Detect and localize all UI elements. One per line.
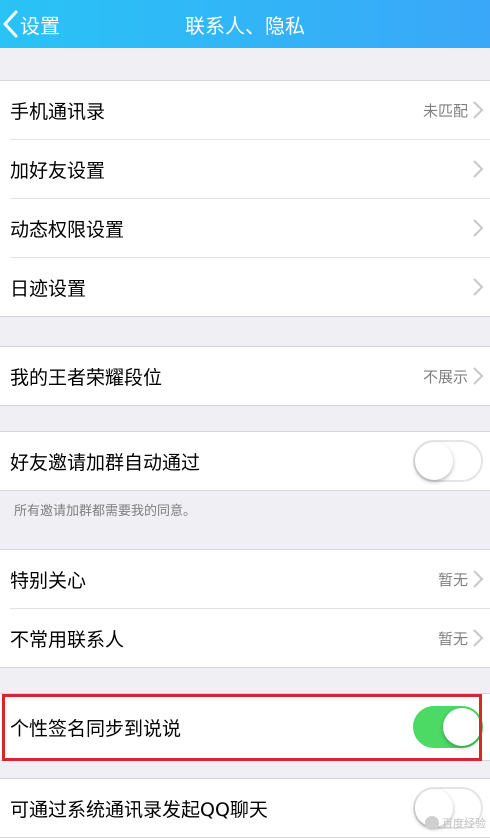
watermark-logo-icon bbox=[425, 816, 439, 830]
chevron-right-icon bbox=[472, 159, 484, 179]
group-invite-note: 所有邀请加群都需要我的同意。 bbox=[14, 500, 196, 519]
row-honor-of-kings-rank[interactable]: 我的王者荣耀段位 不展示 bbox=[0, 347, 490, 405]
row-label: 个性签名同步到说说 bbox=[10, 714, 181, 741]
nav-bar: 设置 联系人、隐私 bbox=[0, 0, 490, 48]
row-add-friend-settings[interactable]: 加好友设置 bbox=[10, 139, 490, 198]
signature-sync-toggle[interactable] bbox=[413, 706, 483, 748]
row-feed-permission-settings[interactable]: 动态权限设置 bbox=[10, 198, 490, 257]
group-game-rank: 我的王者荣耀段位 不展示 bbox=[0, 346, 490, 406]
back-label: 设置 bbox=[20, 10, 60, 39]
row-label: 特别关心 bbox=[10, 566, 86, 593]
chevron-right-icon bbox=[472, 569, 484, 589]
row-label: 日迹设置 bbox=[10, 274, 86, 301]
group-contacts: 手机通讯录 未匹配 加好友设置 动态权限设置 日迹设置 bbox=[0, 80, 490, 317]
row-label: 不常用联系人 bbox=[10, 625, 124, 652]
chevron-right-icon bbox=[472, 277, 484, 297]
row-signature-sync: 个性签名同步到说说 bbox=[0, 694, 490, 760]
chevron-right-icon bbox=[472, 366, 484, 386]
back-button[interactable]: 设置 bbox=[0, 0, 90, 48]
group-special-care: 特别关心 暂无 不常用联系人 暂无 bbox=[0, 549, 490, 668]
group-system-contacts-chat: 可通过系统通讯录发起QQ聊天 bbox=[0, 778, 490, 838]
row-label: 可通过系统通讯录发起QQ聊天 bbox=[10, 795, 268, 822]
row-phone-contacts[interactable]: 手机通讯录 未匹配 bbox=[0, 81, 490, 139]
row-label: 动态权限设置 bbox=[10, 215, 124, 242]
toggle-knob bbox=[415, 442, 453, 480]
row-system-contacts-chat: 可通过系统通讯录发起QQ聊天 bbox=[0, 779, 490, 837]
row-value: 未匹配 bbox=[423, 100, 468, 121]
row-value: 不展示 bbox=[423, 366, 468, 387]
chevron-right-icon bbox=[472, 628, 484, 648]
toggle-knob bbox=[443, 708, 481, 746]
row-label: 手机通讯录 bbox=[10, 97, 105, 124]
row-infrequent-contacts[interactable]: 不常用联系人 暂无 bbox=[10, 608, 490, 667]
row-value: 暂无 bbox=[438, 569, 468, 590]
group-group-invite: 好友邀请加群自动通过 bbox=[0, 431, 490, 491]
row-special-care[interactable]: 特别关心 暂无 bbox=[0, 550, 490, 608]
watermark: 百度经验 bbox=[425, 815, 486, 831]
row-value: 暂无 bbox=[438, 628, 468, 649]
group-signature-sync: 个性签名同步到说说 bbox=[0, 693, 490, 761]
row-auto-accept-group-invite: 好友邀请加群自动通过 bbox=[0, 432, 490, 490]
auto-accept-invite-toggle[interactable] bbox=[413, 440, 483, 482]
row-label: 好友邀请加群自动通过 bbox=[10, 448, 200, 475]
row-label: 我的王者荣耀段位 bbox=[10, 363, 162, 390]
watermark-text: 百度经验 bbox=[442, 815, 486, 831]
chevron-left-icon bbox=[2, 10, 18, 38]
row-daily-story-settings[interactable]: 日迹设置 bbox=[10, 257, 490, 316]
chevron-right-icon bbox=[472, 218, 484, 238]
chevron-right-icon bbox=[472, 100, 484, 120]
row-label: 加好友设置 bbox=[10, 156, 105, 183]
